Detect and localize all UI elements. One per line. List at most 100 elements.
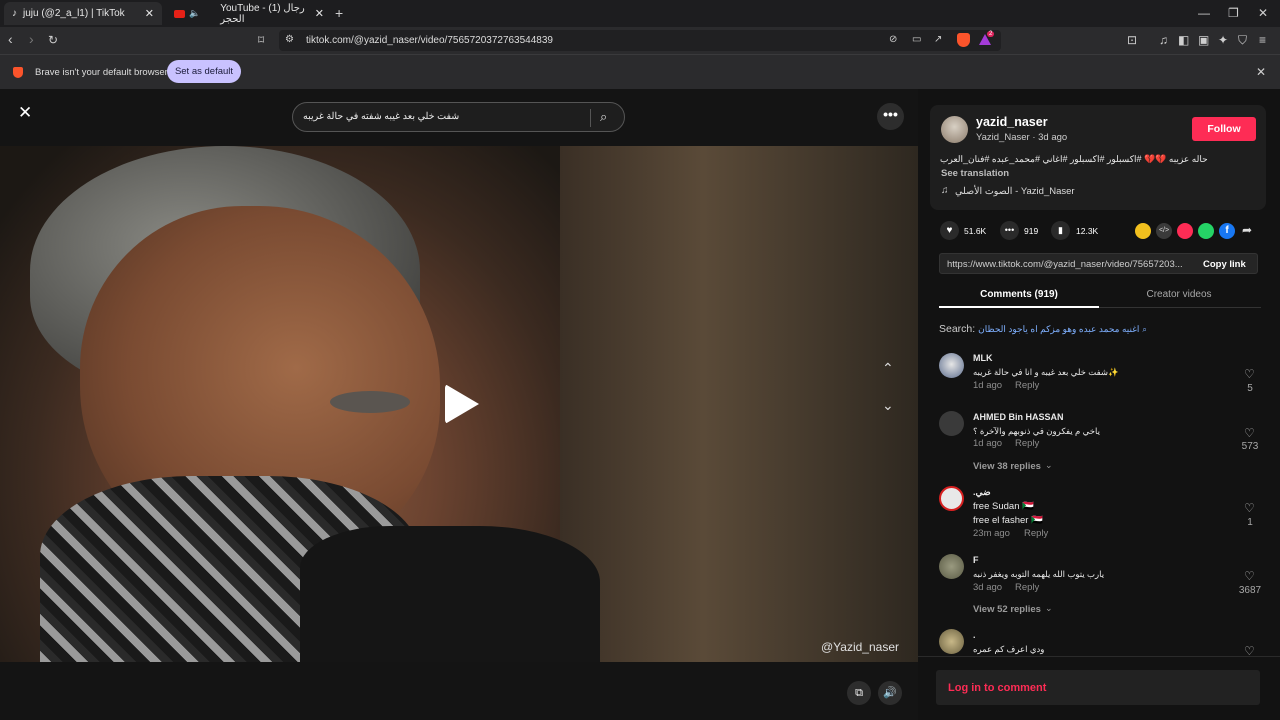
comment-avatar[interactable] xyxy=(939,411,964,436)
comment-like-icon[interactable]: ♡ xyxy=(1244,569,1255,583)
panel-tabs: Comments (919) Creator videos xyxy=(939,284,1261,308)
follow-button[interactable]: Follow xyxy=(1192,117,1256,141)
close-infobar-icon[interactable]: ✕ xyxy=(1256,66,1266,78)
default-browser-infobar: Brave isn't your default browser Set as … xyxy=(0,54,1280,89)
close-tab-icon[interactable]: ✕ xyxy=(315,7,324,20)
vpn-icon[interactable]: ⛉ xyxy=(1238,34,1247,46)
minimize-icon[interactable]: — xyxy=(1198,7,1210,19)
reload-icon[interactable]: ↻ xyxy=(48,34,58,46)
comment-text: ياخي م يفكرون في ذنوبهم والآخرة ؟ xyxy=(973,426,1100,436)
comment-author[interactable]: AHMED Bin HASSAN xyxy=(973,412,1064,422)
whatsapp-icon[interactable] xyxy=(1198,223,1214,239)
media-icon[interactable]: ♫ xyxy=(1159,34,1168,46)
view-replies-button[interactable]: View 52 replies xyxy=(973,604,1041,615)
more-options-button[interactable]: ••• xyxy=(877,103,904,130)
comment-avatar[interactable] xyxy=(939,629,964,654)
comment-avatar[interactable] xyxy=(939,554,964,579)
author-avatar[interactable] xyxy=(941,116,968,143)
comment-author[interactable]: .ضي xyxy=(973,487,991,498)
reader-mode-icon[interactable]: ⊘ xyxy=(889,34,897,46)
reply-button[interactable]: Reply xyxy=(1024,528,1048,539)
comment-text: يارب يتوب الله يلهمه التوبه ويغفر ذنبه xyxy=(973,569,1105,579)
login-to-comment-label: Log in to comment xyxy=(948,682,1047,694)
music-label[interactable]: الصوت الأصلي - Yazid_Naser xyxy=(955,186,1075,197)
search-suggest-query[interactable]: اغنيه محمد عبده وهو مزكم اه ياجود الحظان xyxy=(978,324,1139,334)
comment-button[interactable]: ••• xyxy=(1000,221,1019,240)
search-suggestion[interactable]: Search: اغنيه محمد عبده وهو مزكم اه ياجو… xyxy=(939,323,1147,335)
menu-icon[interactable]: ≡ xyxy=(1259,34,1266,46)
bookmark-icon[interactable]: ⌑ xyxy=(258,34,264,46)
comment-avatar[interactable] xyxy=(939,486,964,511)
previous-video-icon[interactable]: ⌃ xyxy=(882,361,894,375)
embed-icon[interactable]: </> xyxy=(1156,223,1172,239)
comment-like-icon[interactable]: ♡ xyxy=(1244,426,1255,440)
login-to-comment-button[interactable]: Log in to comment xyxy=(936,670,1260,705)
share-arrow-icon[interactable]: ➦ xyxy=(1242,223,1252,237)
brave-logo-icon xyxy=(13,67,23,78)
comment-time: 3d ago xyxy=(973,582,1003,593)
search-box[interactable]: شفت خلي بعد غيبه شفته في حالة غريبه ⌕ xyxy=(292,102,625,132)
restore-icon[interactable]: ❐ xyxy=(1228,7,1239,19)
brave-shields-icon[interactable] xyxy=(957,33,970,47)
speaker-icon[interactable]: 🔈 xyxy=(189,8,200,19)
url-text: tiktok.com/@yazid_naser/video/7565720372… xyxy=(306,35,553,46)
tab-bar: ♪ juju (@2_a_l1) | TikTok ✕ 🔈 YouTube - … xyxy=(0,0,1280,27)
new-tab-icon[interactable]: + xyxy=(335,6,343,20)
pip-button[interactable]: ⧉ xyxy=(847,681,871,705)
tab-comments[interactable]: Comments (919) xyxy=(939,284,1099,308)
comment-like-count: 3687 xyxy=(1238,585,1262,596)
wallet-icon[interactable]: ▣ xyxy=(1198,34,1209,46)
smile-share-icon[interactable] xyxy=(1135,223,1151,239)
share-icon[interactable]: ↗ xyxy=(934,34,942,46)
leo-ai-icon[interactable]: ✦ xyxy=(1218,34,1228,46)
tab-tiktok[interactable]: ♪ juju (@2_a_l1) | TikTok ✕ xyxy=(4,2,162,25)
like-count: 51.6K xyxy=(964,226,987,236)
link-text: https://www.tiktok.com/@yazid_naser/vide… xyxy=(947,259,1183,270)
tab-creator-videos[interactable]: Creator videos xyxy=(1099,284,1259,308)
side-panel: yazid_naser Yazid_Naser · 3d ago Follow … xyxy=(918,89,1280,720)
comment-avatar[interactable] xyxy=(939,353,964,378)
see-translation-link[interactable]: See translation xyxy=(941,168,1009,179)
search-input[interactable]: شفت خلي بعد غيبه شفته في حالة غريبه xyxy=(303,111,459,122)
comment-count: 919 xyxy=(1024,226,1039,236)
address-bar[interactable]: ⚙ tiktok.com/@yazid_naser/video/75657203… xyxy=(279,30,1001,51)
save-count: 12.3K xyxy=(1076,226,1099,236)
send-icon[interactable] xyxy=(1177,223,1193,239)
facebook-icon[interactable]: f xyxy=(1219,223,1235,239)
comment-author[interactable]: . xyxy=(973,630,976,640)
save-button[interactable]: ▮ xyxy=(1051,221,1070,240)
background-light xyxy=(560,146,918,662)
close-tab-icon[interactable]: ✕ xyxy=(145,7,154,20)
copy-link-button[interactable]: Copy link xyxy=(1203,259,1246,270)
cast-icon[interactable]: ▭ xyxy=(912,34,921,46)
next-video-icon[interactable]: ⌄ xyxy=(882,398,894,412)
tab-search-icon[interactable]: ⊡ xyxy=(1127,34,1137,46)
close-icon[interactable]: ✕ xyxy=(18,104,32,121)
reply-button[interactable]: Reply xyxy=(1015,438,1039,449)
search-icon[interactable]: ⌕ xyxy=(600,110,607,123)
forward-icon[interactable]: › xyxy=(29,32,34,46)
chevron-down-icon: ⌄ xyxy=(1045,460,1053,470)
back-icon[interactable]: ‹ xyxy=(8,32,13,46)
like-button[interactable]: ♥ xyxy=(940,221,959,240)
rewards-badge: 2 xyxy=(987,31,995,37)
comment-author[interactable]: F xyxy=(973,555,979,565)
reply-button[interactable]: Reply xyxy=(1015,380,1039,391)
close-window-icon[interactable]: ✕ xyxy=(1258,7,1268,19)
comment-like-icon[interactable]: ♡ xyxy=(1244,501,1255,515)
comment-like-count: 1 xyxy=(1247,517,1253,528)
volume-button[interactable]: 🔊 xyxy=(878,681,902,705)
post-caption: حاله عزيبه 💔💔 #اكسبلور #اكسبلور #اغاني #… xyxy=(940,154,1208,164)
comment-like-count: 5 xyxy=(1247,383,1253,394)
video-frame[interactable]: @Yazid_naser xyxy=(0,146,918,662)
sidebar-icon[interactable]: ◧ xyxy=(1178,34,1189,46)
comment-like-icon[interactable]: ♡ xyxy=(1244,367,1255,381)
comment-author[interactable]: MLK xyxy=(973,353,993,363)
view-replies-button[interactable]: View 38 replies xyxy=(973,461,1041,472)
reply-button[interactable]: Reply xyxy=(1015,582,1039,593)
author-username[interactable]: yazid_naser xyxy=(976,115,1048,129)
set-default-button[interactable]: Set as default xyxy=(167,60,241,83)
site-info-icon[interactable]: ⚙ xyxy=(285,34,294,46)
play-icon[interactable] xyxy=(445,384,479,424)
tab-youtube[interactable]: 🔈 YouTube - (1) رجال الحجر ✕ xyxy=(166,2,332,25)
